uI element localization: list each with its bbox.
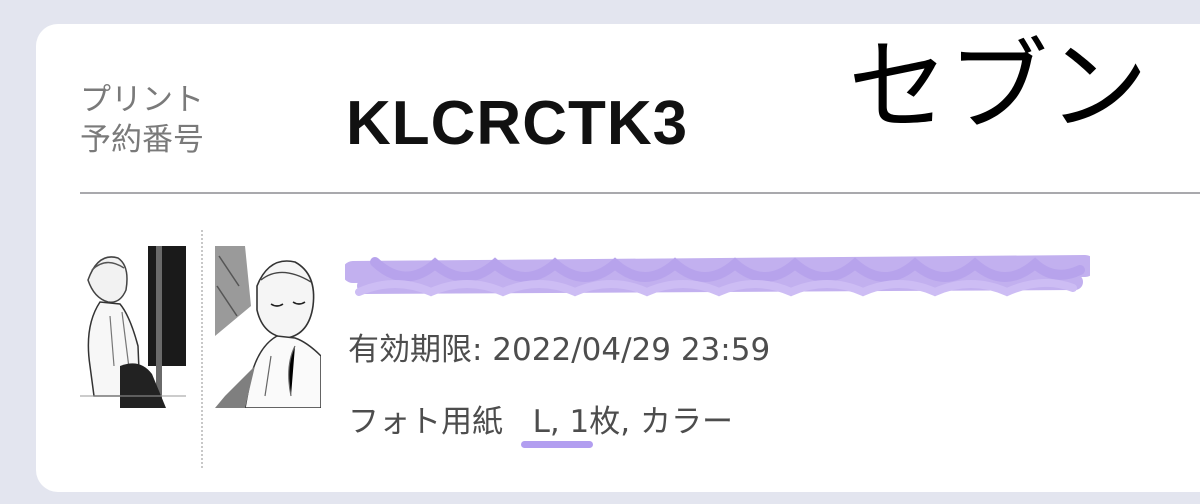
- redacted-filename: [345, 255, 1090, 297]
- reservation-number-label: プリント 予約番号: [80, 80, 204, 160]
- reservation-number: KLCRCTK3: [346, 89, 689, 158]
- paper-details: フォト用紙 L, 1枚, カラー: [348, 400, 733, 448]
- paper-type: フォト用紙: [348, 404, 503, 440]
- store-annotation: セブン: [848, 28, 1148, 145]
- reservation-label-line1: プリント: [80, 82, 204, 118]
- expiry-date: 有効期限: 2022/04/29 23:59: [348, 332, 771, 368]
- thumbnail-page-2[interactable]: [215, 246, 321, 408]
- divider: [80, 192, 1200, 194]
- size-highlight-underline: [520, 441, 593, 448]
- thumbnail-separator: [201, 230, 203, 468]
- paper-size-label: L,: [532, 404, 560, 440]
- paper-size: L,: [520, 400, 593, 448]
- thumbnail-page-1[interactable]: [80, 246, 186, 408]
- reservation-label-line2: 予約番号: [80, 122, 204, 158]
- quantity-color: 1枚, カラー: [559, 404, 733, 440]
